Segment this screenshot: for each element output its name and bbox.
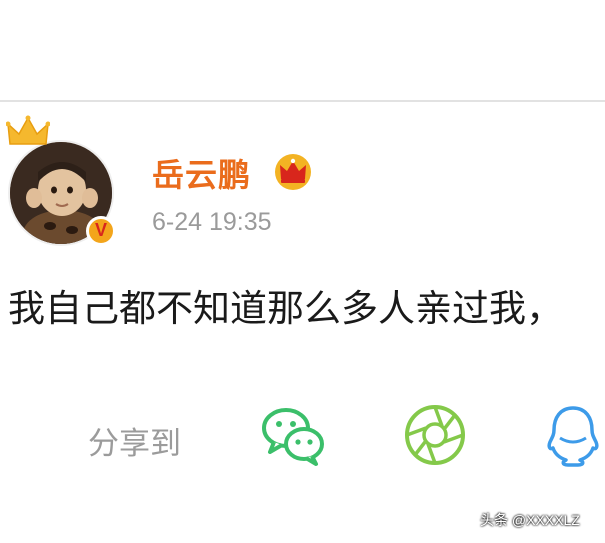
post-timestamp: 6-24 19:35 xyxy=(152,208,272,236)
blank-header-area xyxy=(0,0,605,100)
vip-crown-icon[interactable] xyxy=(272,152,314,190)
watermark: 头条 @XXXXLZ xyxy=(480,512,580,528)
avatar-container[interactable]: V xyxy=(6,115,116,248)
share-label: 分享到 xyxy=(88,426,181,462)
wechat-icon[interactable] xyxy=(260,402,326,468)
moments-icon[interactable] xyxy=(402,402,468,468)
qq-icon[interactable] xyxy=(540,402,605,468)
crown-decoration-icon xyxy=(6,115,50,145)
verified-badge-icon: V xyxy=(86,216,116,246)
username[interactable]: 岳云鹏 xyxy=(152,150,251,196)
post-text: 我自己都不知道那么多人亲过我， xyxy=(8,287,563,330)
section-divider xyxy=(0,100,605,102)
